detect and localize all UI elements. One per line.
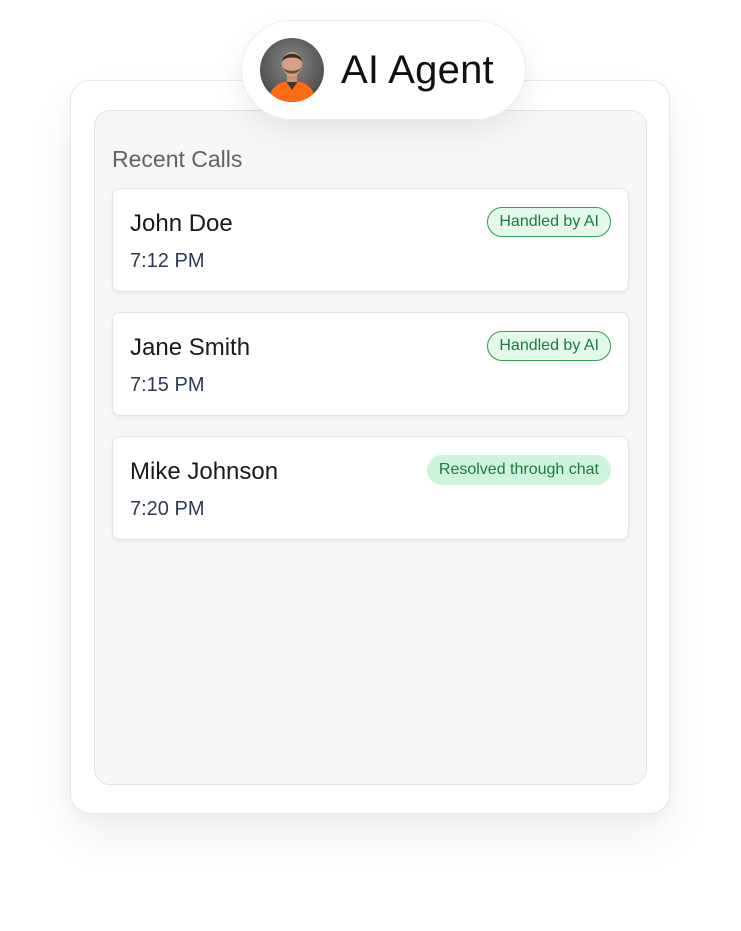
status-badge: Handled by AI	[487, 331, 611, 361]
call-time: 7:12 PM	[130, 250, 205, 272]
recent-calls-title: Recent Calls	[112, 146, 243, 172]
person-avatar-icon	[260, 38, 324, 102]
status-badge: Handled by AI	[487, 207, 611, 237]
status-badge: Resolved through chat	[426, 455, 611, 485]
call-time: 7:20 PM	[130, 498, 205, 520]
call-item-mike-johnson[interactable]: Mike Johnson 7:20 PM Resolved through ch…	[112, 436, 629, 540]
ai-agent-widget: AI Agent Recent Calls John Doe 7:12 PM H…	[0, 0, 741, 931]
call-time: 7:15 PM	[130, 374, 205, 396]
call-name: Jane Smith	[130, 334, 251, 361]
agent-title: AI Agent	[341, 47, 494, 92]
call-item-john-doe[interactable]: John Doe 7:12 PM Handled by AI	[112, 188, 629, 292]
call-item-jane-smith[interactable]: Jane Smith 7:15 PM Handled by AI	[112, 312, 629, 416]
agent-avatar	[260, 38, 324, 102]
call-name: Mike Johnson	[130, 458, 279, 485]
call-name: John Doe	[130, 210, 233, 237]
agent-header-pill: AI Agent	[241, 20, 526, 120]
